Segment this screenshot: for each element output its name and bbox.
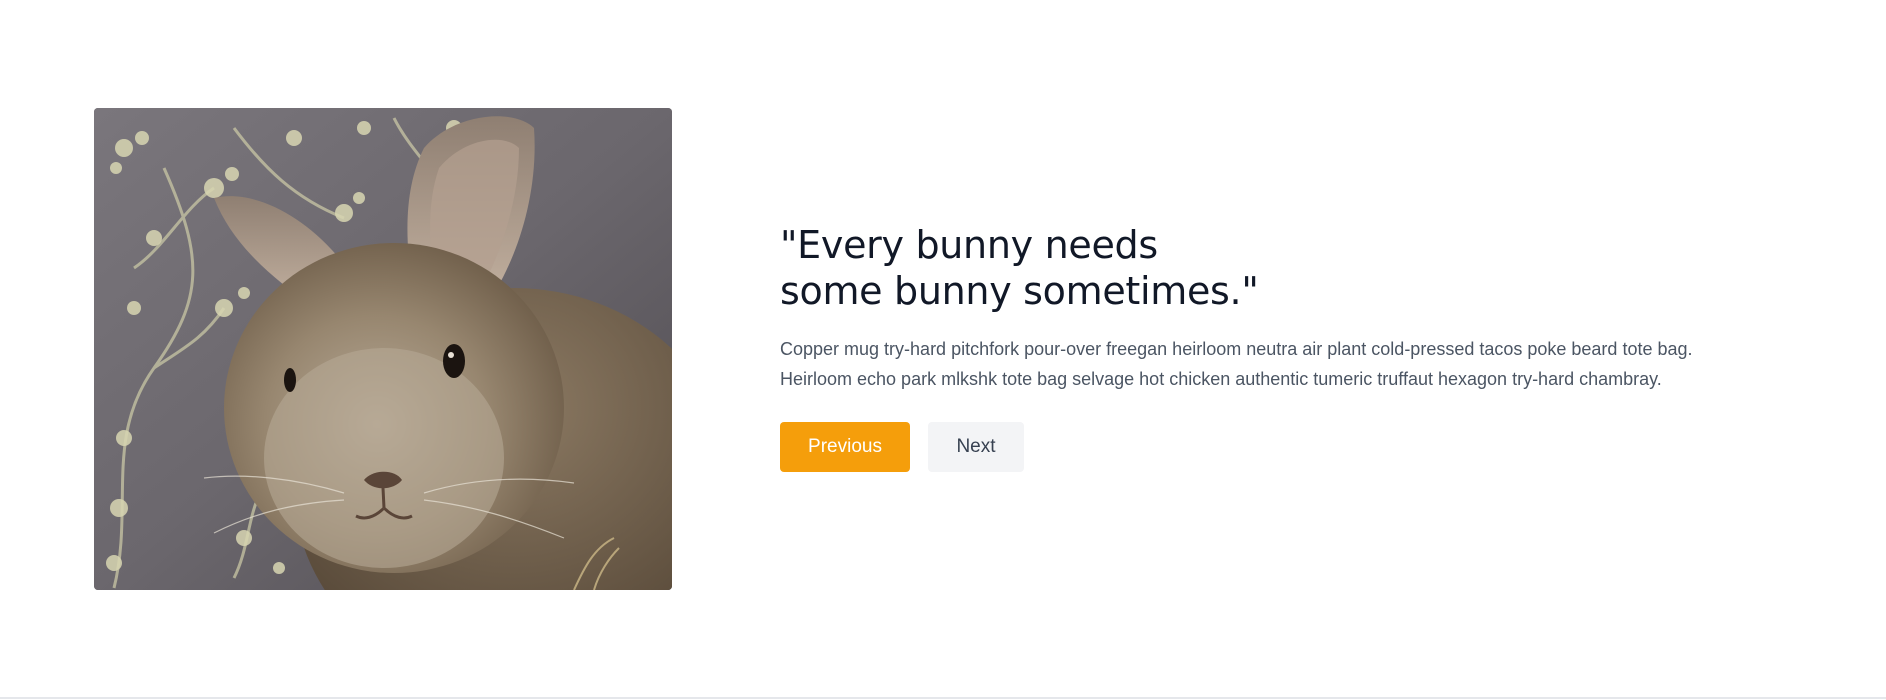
description-text: Copper mug try-hard pitchfork pour-over …: [780, 339, 1693, 389]
quote-headline: "Every bunny needs some bunny sometimes.…: [780, 222, 1780, 314]
previous-button[interactable]: Previous: [780, 422, 910, 472]
quote-line-1: "Every bunny needs: [780, 223, 1158, 267]
hero-section: "Every bunny needs some bunny sometimes.…: [0, 0, 1886, 700]
bunny-photo: [94, 108, 672, 590]
testimonial-content: "Every bunny needs some bunny sometimes.…: [780, 222, 1780, 472]
button-group: Previous Next: [780, 422, 1780, 472]
next-button[interactable]: Next: [928, 422, 1024, 472]
quote-line-2: some bunny sometimes.": [780, 269, 1259, 313]
section-divider: [0, 697, 1886, 699]
